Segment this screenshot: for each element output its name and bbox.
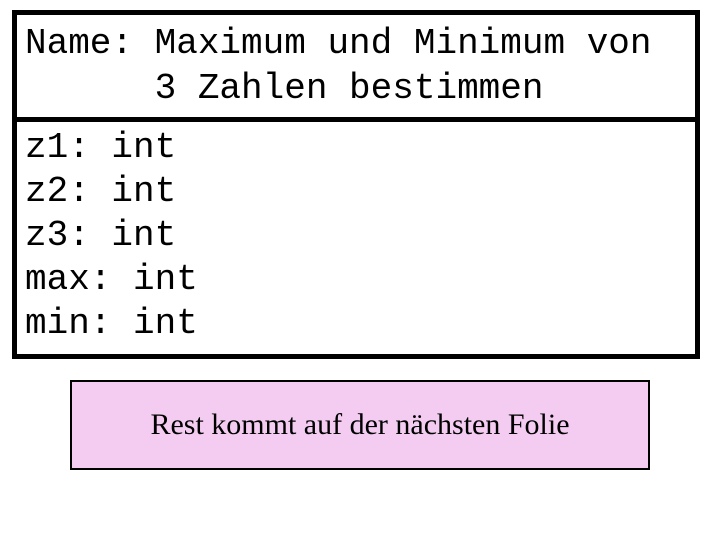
title-line-2: 3 Zahlen bestimmen [25,66,687,111]
var-line-1: z1: int [25,126,687,170]
note-box: Rest kommt auf der nächsten Folie [70,380,650,470]
var-line-5: min: int [25,302,687,346]
note-text: Rest kommt auf der nächsten Folie [150,408,569,442]
definition-header: Name: Maximum und Minimum von 3 Zahlen b… [17,15,695,122]
var-line-2: z2: int [25,170,687,214]
definition-body: z1: int z2: int z3: int max: int min: in… [17,122,695,354]
var-line-4: max: int [25,258,687,302]
definition-box: Name: Maximum und Minimum von 3 Zahlen b… [12,10,700,359]
title-line-1: Name: Maximum und Minimum von [25,21,687,66]
var-line-3: z3: int [25,214,687,258]
